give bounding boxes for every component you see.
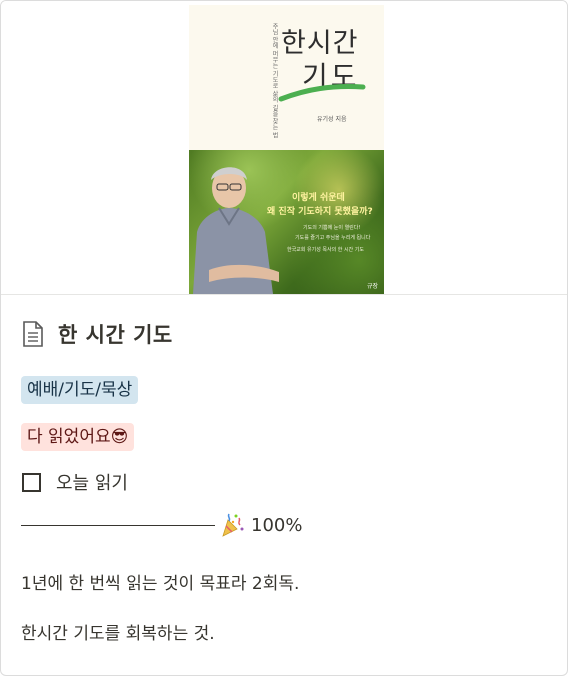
book-publisher: 규장 bbox=[367, 283, 379, 290]
progress-row: 100% bbox=[21, 512, 302, 538]
todo-checkbox[interactable] bbox=[22, 472, 41, 492]
book-photo-small-1: 기도의 기쁨에 눈이 열린다! bbox=[303, 225, 361, 231]
book-cover-photo: 이렇게 쉬운데 왜 진작 기도하지 못했을까? 기도의 기쁨에 눈이 열린다! … bbox=[189, 150, 384, 294]
book-photo-headline-2: 왜 진작 기도하지 못했을까? bbox=[267, 207, 373, 217]
page-icon bbox=[23, 321, 43, 347]
todo-label: 오늘 읽기 bbox=[56, 473, 128, 494]
book-photo-small-2: 기도를 즐기고 주님을 누리게 됩니다 bbox=[295, 235, 371, 241]
note-line-1: 1년에 한 번씩 읽는 것이 목표라 2회독. bbox=[21, 574, 300, 594]
progress-text: 100% bbox=[251, 514, 303, 536]
book-photo-small-3: 한국교회 유기성 목사의 한 시간 기도 bbox=[287, 247, 364, 253]
note-line-2: 한시간 기도를 회복하는 것. bbox=[21, 624, 215, 644]
book-subtitle: 주님 안에 머무는 기도로 삶의 길을 찾는 법 bbox=[271, 23, 278, 139]
book-photo-headline-1: 이렇게 쉬운데 bbox=[292, 193, 345, 203]
green-brush-stroke bbox=[278, 84, 366, 102]
todo-row[interactable]: 오늘 읽기 bbox=[22, 469, 128, 495]
card-cover[interactable]: 주님 안에 머무는 기도로 삶의 길을 찾는 법 한시간 기도 유기성 지음 이… bbox=[1, 1, 567, 295]
page-title: 한 시간 기도 bbox=[58, 323, 173, 347]
page-title-row[interactable]: 한 시간 기도 bbox=[22, 319, 173, 349]
progress-bar bbox=[21, 524, 215, 526]
gallery-card[interactable]: 주님 안에 머무는 기도로 삶의 길을 찾는 법 한시간 기도 유기성 지음 이… bbox=[0, 0, 568, 676]
author-photo bbox=[193, 167, 279, 294]
status-tag: 다 읽었어요😎 bbox=[21, 423, 135, 451]
book-cover-image: 주님 안에 머무는 기도로 삶의 길을 찾는 법 한시간 기도 유기성 지음 이… bbox=[189, 5, 384, 294]
book-cover-top: 주님 안에 머무는 기도로 삶의 길을 찾는 법 한시간 기도 유기성 지음 bbox=[189, 5, 384, 150]
book-author: 유기성 지음 bbox=[317, 116, 347, 123]
party-popper-icon bbox=[222, 513, 244, 537]
category-tag: 예배/기도/묵상 bbox=[21, 376, 139, 404]
